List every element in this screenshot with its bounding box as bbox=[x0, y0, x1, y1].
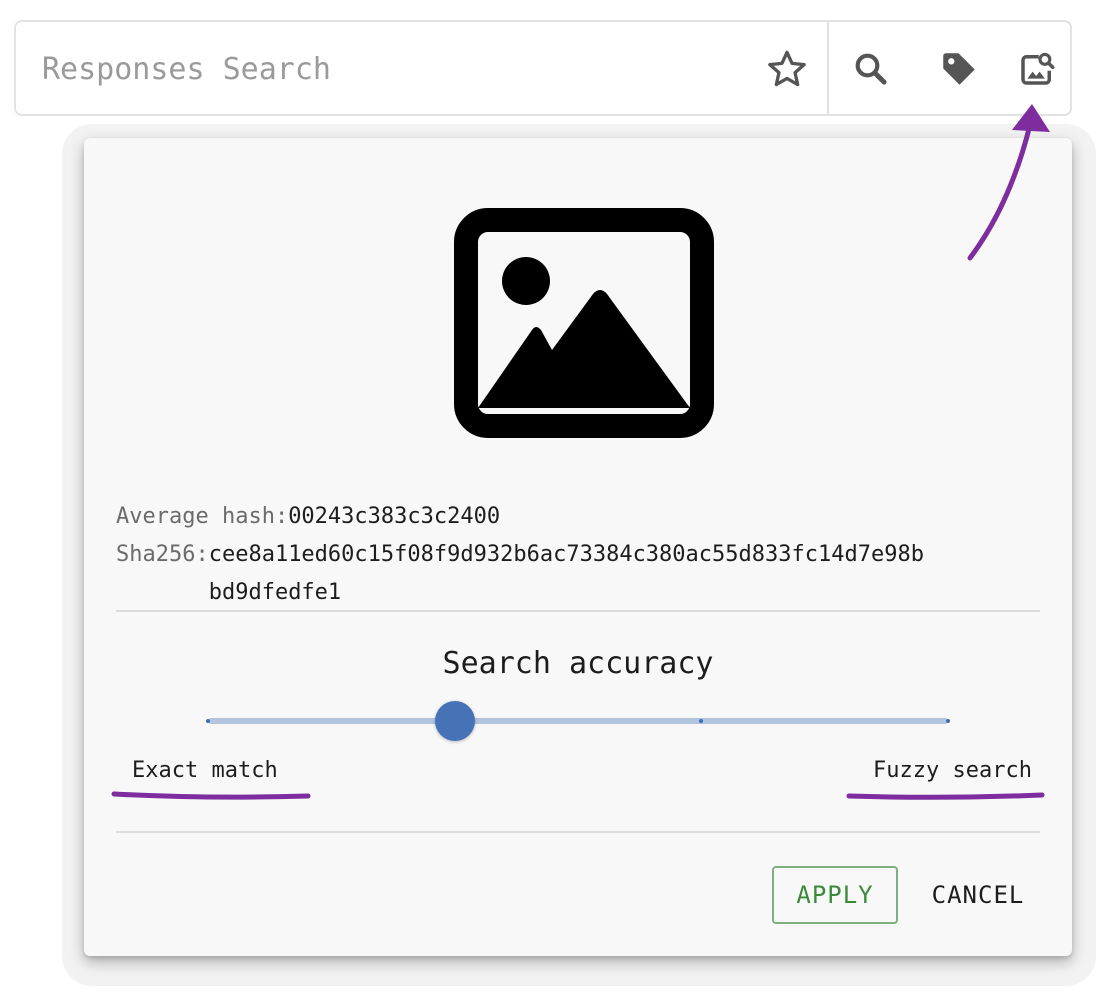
sha256-value: cee8a11ed60c15f08f9d932b6ac73384c380ac55… bbox=[208, 542, 924, 605]
average-hash-value: 00243c383c3c2400 bbox=[288, 504, 501, 529]
accuracy-title: Search accuracy bbox=[442, 646, 714, 681]
average-hash-label: Average hash: bbox=[116, 504, 289, 529]
slider-thumb[interactable] bbox=[434, 701, 475, 741]
search-button[interactable] bbox=[850, 48, 892, 90]
star-outline-icon bbox=[766, 48, 808, 90]
favorite-button[interactable] bbox=[766, 48, 808, 90]
image-search-icon bbox=[1016, 48, 1058, 90]
divider bbox=[116, 831, 1040, 833]
tag-icon bbox=[938, 48, 980, 90]
toolbar-divider bbox=[827, 22, 829, 114]
slider-tick bbox=[699, 719, 704, 723]
fuzzy-search-label: Fuzzy search bbox=[873, 758, 1032, 783]
search-bar bbox=[14, 20, 1072, 116]
divider bbox=[116, 610, 1040, 612]
apply-button[interactable]: APPLY bbox=[772, 866, 898, 924]
exact-match-label: Exact match bbox=[132, 758, 278, 783]
image-placeholder-icon bbox=[454, 208, 714, 438]
slider-tick bbox=[206, 719, 210, 723]
magnifier-icon bbox=[850, 48, 892, 90]
slider-tick bbox=[946, 719, 950, 723]
sha256-label: Sha256: bbox=[116, 542, 209, 567]
accuracy-slider[interactable] bbox=[206, 701, 950, 741]
cancel-button[interactable]: CANCEL bbox=[918, 866, 1038, 924]
search-input[interactable] bbox=[42, 44, 702, 94]
tag-button[interactable] bbox=[938, 48, 980, 90]
hash-info: Average hash: 00243c383c3c2400 Sha256: c… bbox=[116, 498, 1016, 612]
image-search-button[interactable] bbox=[1016, 48, 1058, 90]
image-search-dialog: Average hash: 00243c383c3c2400 Sha256: c… bbox=[84, 138, 1072, 956]
